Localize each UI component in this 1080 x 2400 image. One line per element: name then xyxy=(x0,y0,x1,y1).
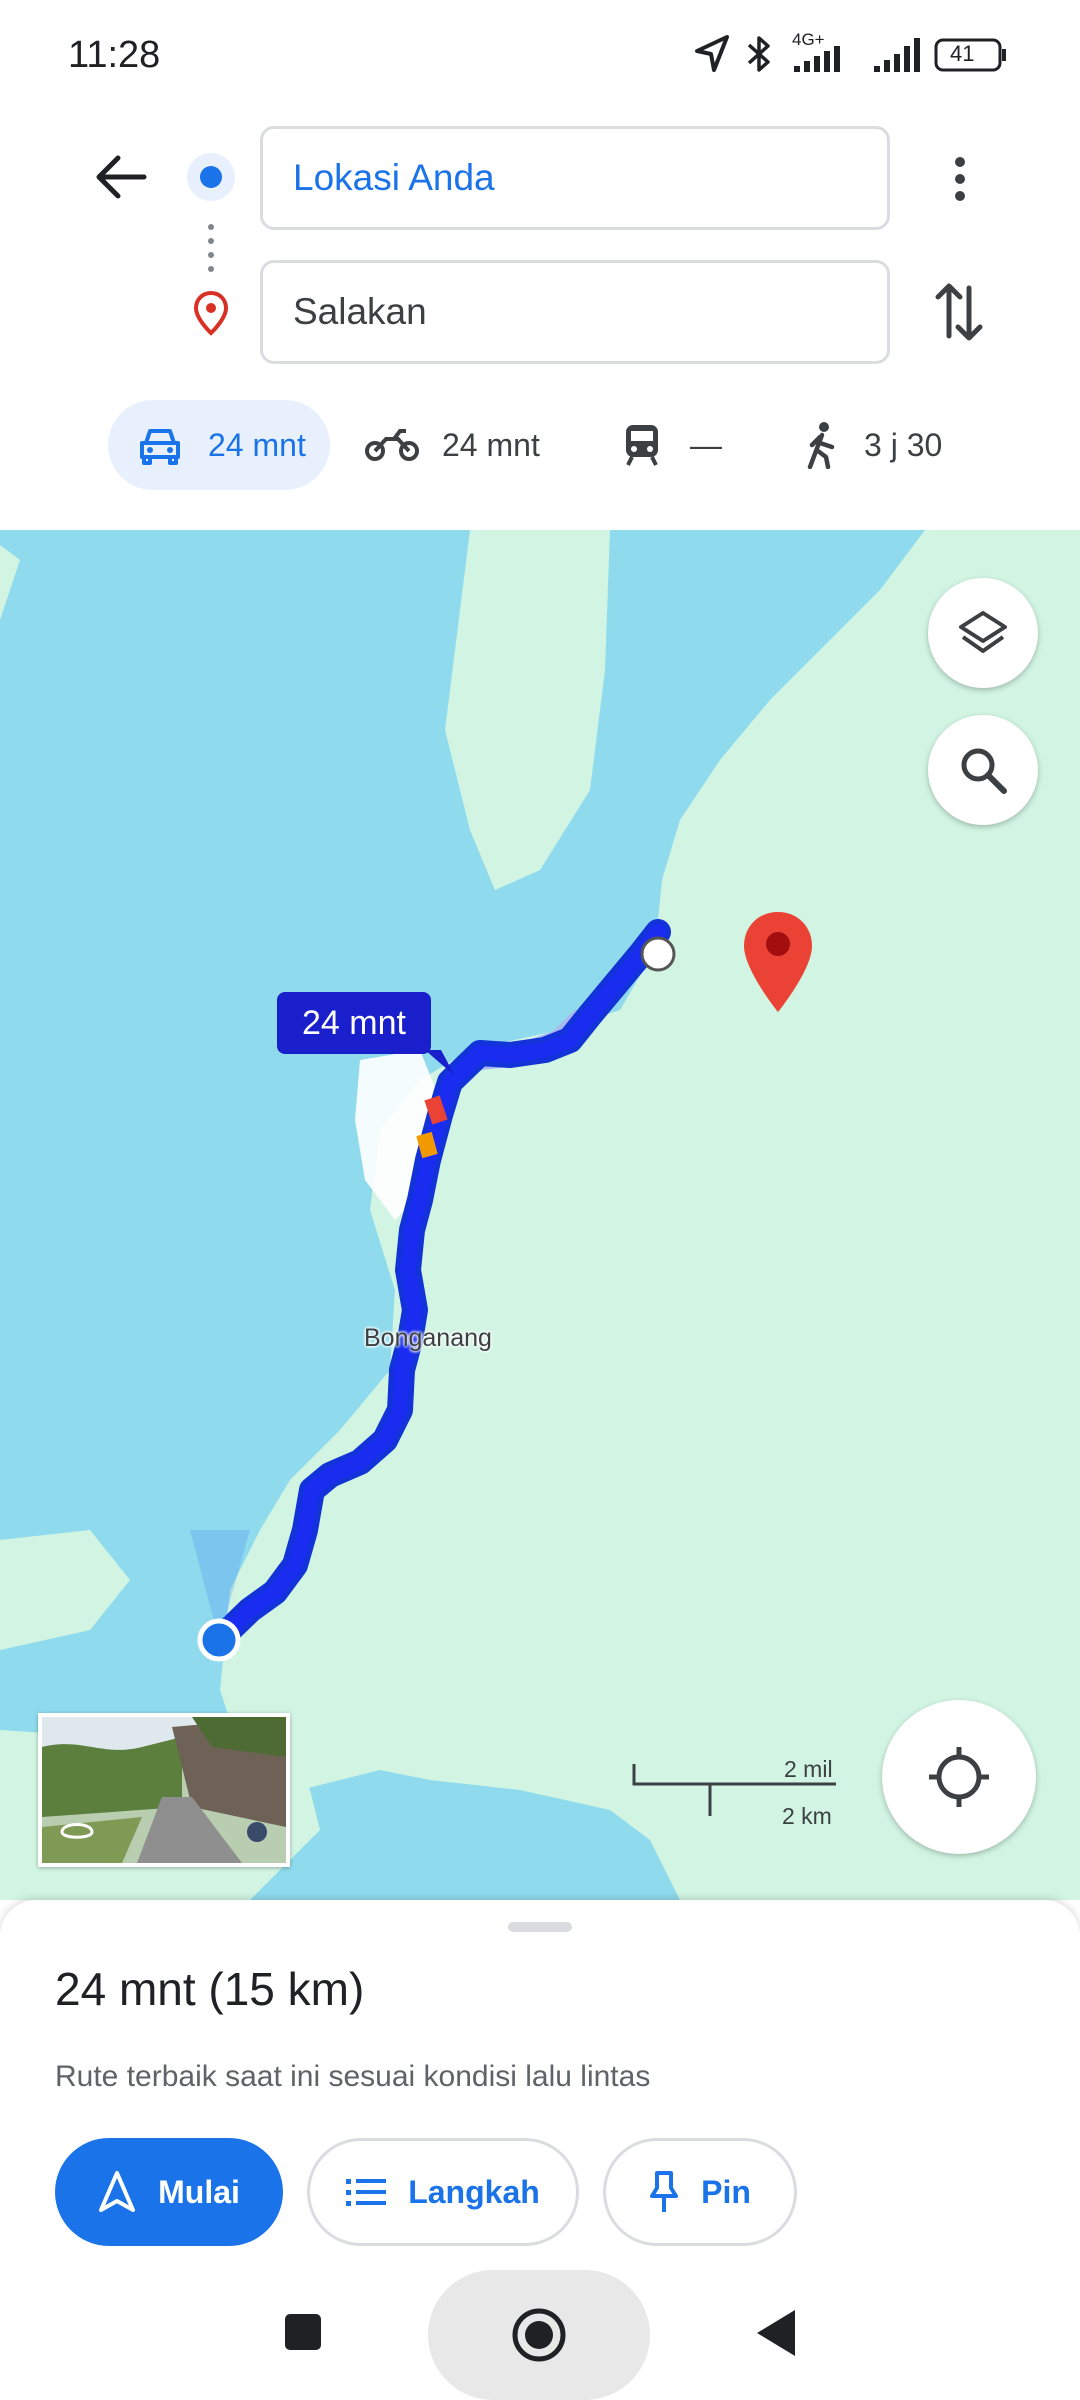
signal-4g-icon: 4G+ xyxy=(790,30,860,81)
start-label: Mulai xyxy=(158,2173,240,2210)
search-along-route-button[interactable] xyxy=(928,715,1038,825)
pin-icon xyxy=(650,2171,679,2212)
swap-directions-icon[interactable] xyxy=(934,280,984,349)
transit-icon xyxy=(622,423,662,467)
home-button[interactable] xyxy=(428,2270,650,2400)
route-dots-icon xyxy=(206,222,216,277)
signal-icon xyxy=(872,34,922,79)
system-nav-bar xyxy=(0,2268,1080,2400)
scale-metric-label: 2 km xyxy=(782,1803,832,1829)
status-time: 11:28 xyxy=(68,34,161,76)
mode-driving-label: 24 mnt xyxy=(208,426,306,463)
back-triangle-icon[interactable] xyxy=(755,2308,797,2363)
mode-motorcycle-label: 24 mnt xyxy=(442,426,540,463)
route-description: Rute terbaik saat ini sesuai kondisi lal… xyxy=(55,2060,651,2093)
walk-icon xyxy=(804,421,840,469)
mode-transit[interactable]: — xyxy=(622,400,722,490)
battery-level: 41 xyxy=(950,41,975,66)
start-navigation-button[interactable]: Mulai xyxy=(55,2138,283,2246)
route-duration-distance: 24 mnt (15 km) xyxy=(55,1963,365,2015)
sheet-drag-handle[interactable] xyxy=(508,1922,572,1932)
recents-icon[interactable] xyxy=(283,2312,323,2357)
more-options-icon[interactable] xyxy=(948,154,972,209)
mode-transit-label: — xyxy=(690,426,722,463)
layers-icon xyxy=(957,607,1009,659)
location-arrow-icon xyxy=(694,34,730,79)
pin-button[interactable]: Pin xyxy=(603,2138,797,2246)
home-icon xyxy=(512,2308,566,2362)
origin-dot-icon xyxy=(186,152,236,207)
pin-label: Pin xyxy=(701,2173,751,2210)
directions-header: Lokasi Anda Salakan 24 mnt 24 mnt — 3 j … xyxy=(0,110,1080,530)
destination-marker-icon[interactable] xyxy=(740,910,816,1019)
mode-motorcycle[interactable]: 24 mnt xyxy=(364,400,540,490)
route-eta-bubble[interactable]: 24 mnt xyxy=(277,992,431,1054)
steps-label: Langkah xyxy=(408,2173,540,2210)
my-location-button[interactable] xyxy=(882,1700,1036,1854)
street-view-thumbnail[interactable] xyxy=(38,1713,290,1867)
network-type-label: 4G+ xyxy=(792,30,825,49)
destination-pin-icon xyxy=(193,290,229,341)
navigation-arrow-icon xyxy=(99,2171,136,2212)
scale-imperial-label: 2 mil xyxy=(784,1756,833,1782)
car-icon xyxy=(138,425,182,465)
origin-input[interactable]: Lokasi Anda xyxy=(260,126,890,230)
destination-input[interactable]: Salakan xyxy=(260,260,890,364)
status-bar: 11:28 4G+ 41 xyxy=(0,0,1080,110)
mode-walking[interactable]: 3 j 30 xyxy=(804,400,942,490)
layers-button[interactable] xyxy=(928,578,1038,688)
my-location-icon xyxy=(927,1745,991,1809)
bluetooth-icon xyxy=(744,34,774,79)
search-icon xyxy=(957,744,1009,796)
place-label: Bonganang xyxy=(364,1324,492,1352)
mode-walking-label: 3 j 30 xyxy=(864,426,943,463)
back-arrow-icon[interactable] xyxy=(94,152,148,207)
map-canvas xyxy=(0,530,925,1900)
eta-bubble-pointer xyxy=(425,1050,455,1076)
battery-icon: 41 xyxy=(934,38,1008,77)
steps-button[interactable]: Langkah xyxy=(307,2138,579,2246)
motorcycle-icon xyxy=(364,427,420,463)
map-view[interactable]: 24 mnt Bonganang 2 mil 2 km xyxy=(0,530,1080,1900)
mode-driving[interactable]: 24 mnt xyxy=(108,400,330,490)
list-icon xyxy=(346,2179,387,2206)
